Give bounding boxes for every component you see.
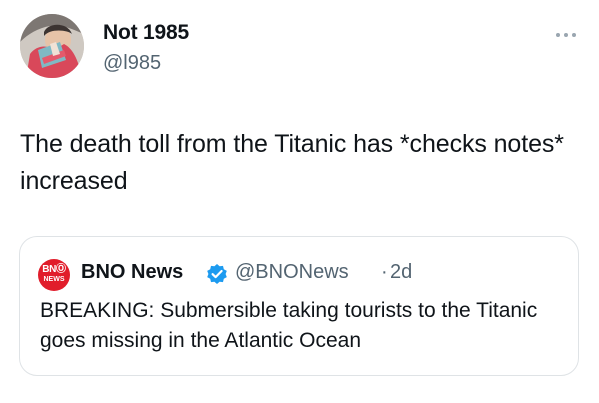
tweet-text: The death toll from the Titanic has *che…: [20, 130, 564, 195]
author-avatar[interactable]: [20, 14, 84, 78]
author-handle[interactable]: @l985: [103, 52, 161, 75]
quoted-tweet-text: BREAKING: Submersible taking tourists to…: [40, 299, 538, 352]
quoted-author-name[interactable]: BNO News: [81, 261, 183, 284]
author-display-name[interactable]: Not 1985: [103, 21, 189, 45]
verified-badge-icon: [207, 264, 227, 284]
bno-news-logo[interactable]: BNⓄ NEWS: [38, 259, 70, 291]
quoted-author-handle[interactable]: @BNONews: [235, 261, 349, 284]
logo-text-line-2: NEWS: [43, 276, 65, 283]
quoted-tweet-card[interactable]: BNⓄ NEWS BNO News @BNONews · 2d BREAKING…: [19, 236, 579, 376]
separator-dot: ·: [381, 261, 388, 283]
avatar-image: [20, 14, 84, 78]
quoted-timestamp[interactable]: 2d: [390, 261, 412, 284]
more-options-icon[interactable]: [555, 30, 577, 40]
logo-text-line-1: BNⓄ: [42, 264, 66, 275]
